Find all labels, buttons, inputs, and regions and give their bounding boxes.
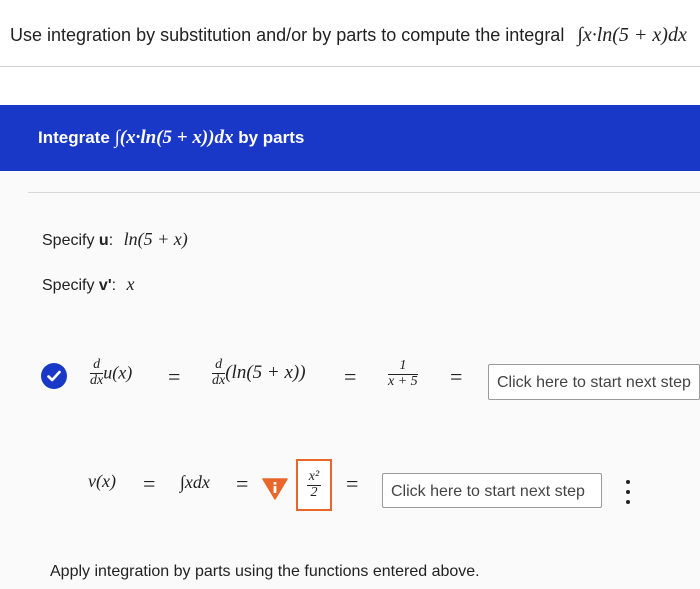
specify-u: Specify u: ln(5 + x): [42, 229, 188, 249]
specify-v-label: Specify: [42, 277, 95, 294]
row2-lhs: v(x): [88, 471, 116, 491]
row2-equals-3: =: [346, 471, 359, 496]
question-divider: [0, 66, 700, 67]
banner-suffix: by parts: [238, 128, 305, 147]
answer-input[interactable]: x² 2: [296, 459, 332, 511]
row2-equals-2: =: [236, 471, 249, 496]
more-options-icon[interactable]: [625, 480, 631, 504]
row1-equals-1: =: [168, 364, 181, 389]
banner-integral: ∫(x·ln(5 + x))dx: [114, 127, 234, 148]
specify-u-label: Specify: [42, 232, 95, 249]
next-step-button-2[interactable]: Click here to start next step: [382, 473, 602, 508]
banner-title: Integrate ∫(x·ln(5 + x))dx by parts: [38, 127, 304, 149]
specify-v-value: x: [126, 274, 135, 294]
specify-v-var: v': [98, 277, 112, 294]
specify-u-value: ln(5 + x): [123, 229, 188, 249]
row1-result: 1x + 5: [388, 358, 418, 389]
row1-equals-2: =: [344, 364, 357, 389]
specify-u-var: u: [98, 232, 109, 249]
next-step-button[interactable]: Click here to start next step: [488, 364, 700, 400]
row1-lhs: d dx u(x): [90, 357, 133, 388]
banner-prefix: Integrate: [38, 128, 110, 147]
question-text: Use integration by substitution and/or b…: [10, 24, 687, 47]
row2-integral: ∫xdx: [180, 472, 210, 492]
step-banner: Integrate ∫(x·ln(5 + x))dx by parts: [0, 105, 700, 171]
specify-v: Specify v': x: [42, 274, 135, 294]
warning-icon[interactable]: [262, 478, 288, 505]
row2-equals-1: =: [143, 471, 156, 496]
row1-middle: d dx (ln(5 + x)): [212, 357, 306, 388]
card-divider: [28, 192, 700, 193]
question-integral: ∫x·ln(5 + x)dx: [577, 24, 687, 46]
apply-instruction: Apply integration by parts using the fun…: [50, 563, 480, 580]
question-prompt: Use integration by substitution and/or b…: [10, 25, 565, 45]
row1-equals-3: =: [450, 364, 463, 389]
check-icon: [41, 363, 67, 389]
